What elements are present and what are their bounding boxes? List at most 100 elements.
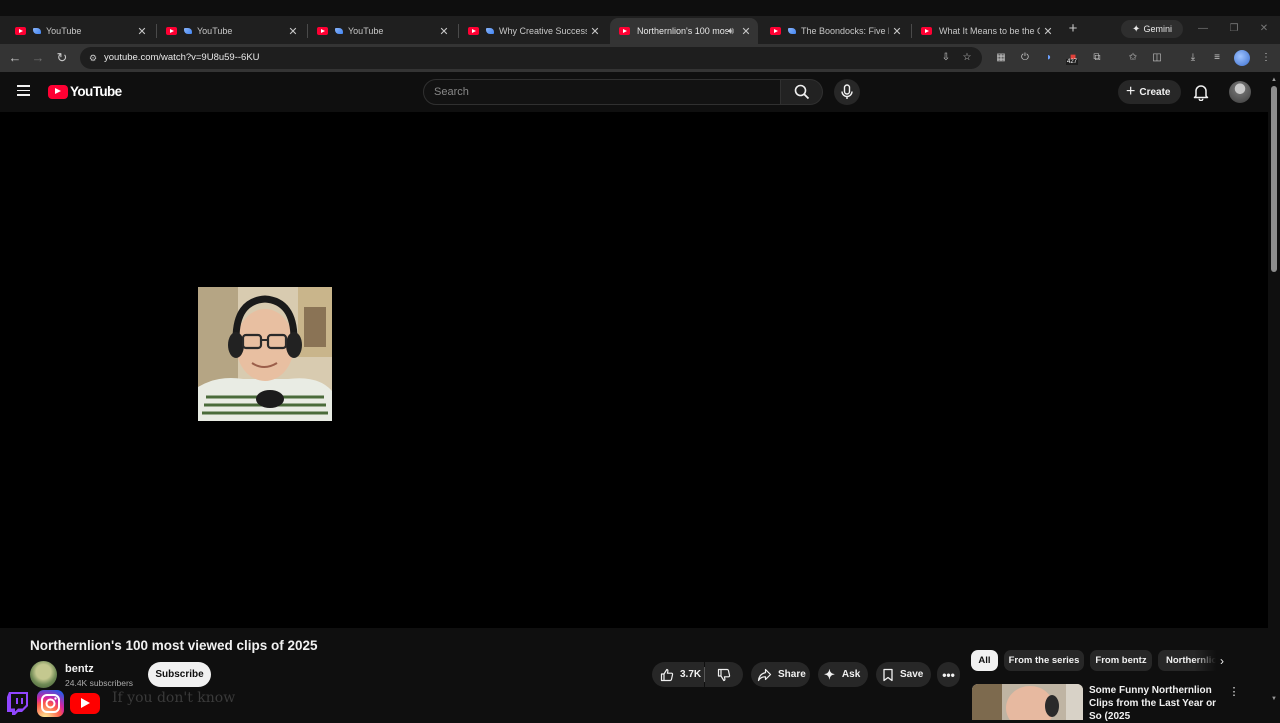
install-app-icon[interactable]: ⇩ [939,51,953,65]
instagram-icon[interactable] [37,690,64,717]
youtube-favicon-icon [770,27,781,35]
share-button[interactable]: Share [751,662,810,687]
youtube-favicon-icon [15,27,26,35]
like-button[interactable]: 3.7K [652,662,704,687]
extensions-puzzle-icon[interactable]: ⧉ [1089,50,1105,66]
more-actions-button[interactable]: ••• [937,662,960,687]
tab-group-icon [335,28,343,34]
subscribe-button[interactable]: Subscribe [148,662,211,687]
browser-menu-icon[interactable]: ⋮ [1258,50,1274,66]
create-button[interactable]: + Create [1118,80,1181,104]
tab-title: What It Means to be the Chi [939,26,1040,36]
browser-profile-avatar[interactable] [1234,50,1250,66]
hamburger-menu-icon[interactable] [14,82,34,102]
chip-from-the-series[interactable]: From the series [1004,650,1084,671]
url-text[interactable]: youtube.com/watch?v=9U8u59--6KU [104,52,260,63]
scroll-down-arrow-icon[interactable]: ▼ [1270,695,1278,703]
save-button[interactable]: Save [876,662,931,687]
save-label: Save [900,669,924,680]
video-player[interactable] [0,112,1268,628]
recommended-video-title[interactable]: Some Funny Northernlion Clips from the L… [1089,684,1223,723]
download-icon[interactable]: ⤓ [1185,50,1201,66]
search-icon [794,84,810,100]
gemini-label: Gemini [1143,24,1172,34]
browser-tab-1[interactable]: YouTube ✕ [6,18,154,44]
channel-avatar[interactable] [30,661,57,688]
browser-tab-2[interactable]: YouTube ✕ [157,18,305,44]
split-view-icon[interactable]: ◫ [1149,50,1165,66]
tab-close-icon[interactable]: ✕ [134,25,150,38]
scrollbar-thumb[interactable] [1271,86,1277,272]
audio-extension-icon[interactable]: ◗ [1041,50,1057,66]
scroll-up-arrow-icon[interactable]: ▲ [1270,76,1278,84]
favorites-icon[interactable]: ✩ [1125,50,1141,66]
extension-puzzle-grid-icon[interactable]: ▦ [993,50,1009,66]
more-vertical-icon[interactable]: ⋮ [1228,684,1240,700]
browser-tab-6[interactable]: The Boondocks: Five blac ✕ [761,18,909,44]
minimize-window-button[interactable]: — [1193,20,1213,38]
tab-close-icon[interactable]: ✕ [889,25,905,38]
more-horizontal-icon: ••• [942,667,955,682]
bookmark-icon [883,668,893,681]
thumbnail-image [972,684,1083,720]
browser-tab-4[interactable]: Why Creative Success De ✕ [459,18,607,44]
chip-all[interactable]: All [971,650,998,671]
youtube-masthead: YouTube + Create [0,72,1280,112]
youtube-favicon-icon [166,27,177,35]
youtube-wordmark: YouTube [70,84,122,99]
share-label: Share [778,669,806,680]
search-input[interactable] [434,86,764,98]
back-arrow-icon[interactable]: ← [5,48,25,68]
recommended-video-thumbnail[interactable] [972,684,1083,720]
thumbs-up-icon [660,668,674,681]
tab-title: YouTube [197,26,233,36]
tab-close-icon[interactable]: ✕ [738,25,754,38]
tab-group-icon [184,28,192,34]
search-box[interactable] [423,79,781,105]
browser-tab-3[interactable]: YouTube ✕ [308,18,456,44]
tab-group-icon [788,28,796,34]
microphone-icon [841,84,853,99]
subscriber-count: 24.4K subscribers [65,678,134,688]
bookmark-star-icon[interactable]: ☆ [960,51,974,65]
ask-button[interactable]: ✦ Ask [818,662,868,687]
channel-name[interactable]: bentz [65,663,94,675]
forward-arrow-icon[interactable]: → [28,48,48,68]
like-count: 3.7K [680,669,702,680]
webcam-video-frame [198,287,332,421]
tab-close-icon[interactable]: ✕ [587,25,603,38]
instagram-glyph [41,694,60,713]
gemini-button[interactable]: ✦ Gemini [1121,20,1183,38]
new-tab-button[interactable]: + [1064,20,1082,38]
dislike-button[interactable] [705,662,743,687]
tab-close-icon[interactable]: ✕ [285,25,301,38]
browser-tab-7[interactable]: What It Means to be the Chi ✕ [912,18,1060,44]
tab-close-icon[interactable]: ✕ [1040,25,1056,38]
youtube-icon[interactable] [70,693,100,714]
address-bar[interactable]: ⚙ youtube.com/watch?v=9U8u59--6KU ⇩ ☆ [80,47,982,69]
thumbs-down-icon [717,668,731,681]
twitch-icon[interactable] [5,690,31,716]
social-icons-dock [0,688,105,720]
youtube-logo[interactable]: YouTube [48,84,122,99]
media-controls-icon[interactable]: ≡ [1209,50,1225,66]
tab-close-icon[interactable]: ✕ [436,25,452,38]
notifications-bell-icon[interactable] [1192,83,1210,101]
voice-search-button[interactable] [834,79,860,105]
account-avatar[interactable] [1229,81,1251,103]
chevron-right-icon[interactable]: › [1214,653,1230,669]
power-icon[interactable]: ⏻ [1017,50,1033,66]
window-title-bar [0,0,1280,16]
search-button[interactable] [781,79,823,105]
reload-icon[interactable]: ↻ [52,48,72,68]
share-arrow-icon [757,668,772,681]
restore-window-button[interactable]: ❐ [1224,20,1244,38]
browser-tab-5-active[interactable]: Northernlion's 100 most 🔊︎ ✕ [610,18,758,44]
tab-title: Northernlion's 100 most [637,26,728,36]
youtube-favicon-icon [317,27,328,35]
close-window-button[interactable]: ✕ [1254,20,1274,38]
chip-from-bentz[interactable]: From bentz [1090,650,1152,671]
tab-title: The Boondocks: Five blac [801,26,889,36]
speaker-icon[interactable]: 🔊︎ [728,26,734,37]
site-info-icon[interactable]: ⚙ [86,51,100,65]
